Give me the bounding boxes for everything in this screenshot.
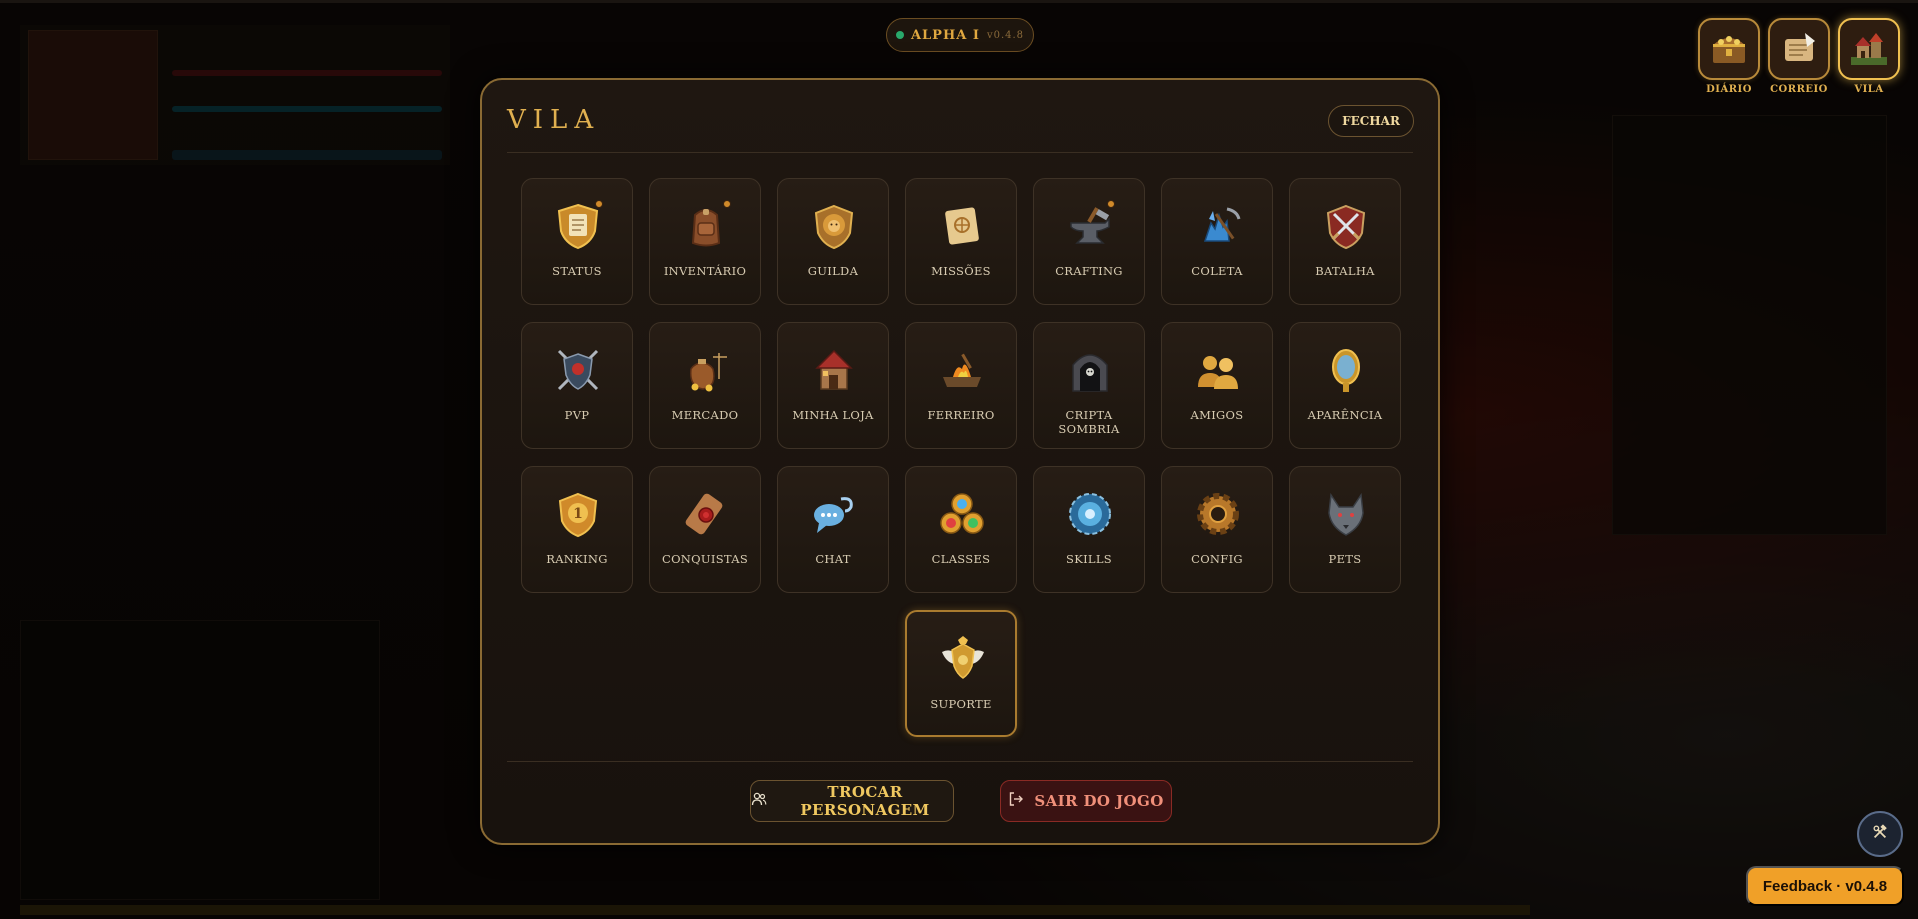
notification-dot xyxy=(1107,200,1115,208)
shop-house-icon xyxy=(809,345,859,395)
menu-tile-label: CONFIG xyxy=(1191,552,1243,566)
menu-tile-guilda[interactable]: GUILDA xyxy=(777,178,889,305)
scroll-quill-icon xyxy=(1768,18,1830,80)
divider xyxy=(507,152,1413,153)
menu-tile-label: CONQUISTAS xyxy=(661,552,749,566)
mirror-icon xyxy=(1321,345,1371,395)
menu-tile-label: FERREIRO xyxy=(927,408,995,422)
lion-crest-icon xyxy=(809,201,859,251)
menu-tile-crafting[interactable]: CRAFTING xyxy=(1033,178,1145,305)
switch-character-button[interactable]: TROCAR PERSONAGEM xyxy=(750,780,954,822)
close-button[interactable]: FECHAR xyxy=(1328,105,1414,137)
menu-tile-config[interactable]: CONFIG xyxy=(1161,466,1273,593)
village-modal: VILA FECHAR STATUS INVENTÁRIO GUILDA MIS… xyxy=(480,78,1440,845)
coin-bag-scale-icon xyxy=(681,345,731,395)
pickaxe-crystal-icon xyxy=(1193,201,1243,251)
treasure-chest-icon xyxy=(1698,18,1760,80)
rank-medal-icon: 1 xyxy=(553,489,603,539)
menu-tile-label: MERCADO xyxy=(671,408,739,422)
users-icon xyxy=(751,791,767,811)
menu-tile-inventario[interactable]: INVENTÁRIO xyxy=(649,178,761,305)
menu-tile-label: RANKING xyxy=(546,552,608,566)
menu-tile-label: INVENTÁRIO xyxy=(663,264,747,278)
alpha-badge: ALPHA I v0.4.8 xyxy=(886,18,1034,52)
menu-tile-label: SUPORTE xyxy=(930,697,992,711)
menu-tile-label: GUILDA xyxy=(807,264,859,278)
exit-game-button[interactable]: SAIR DO JOGO xyxy=(1000,780,1172,822)
crypt-icon xyxy=(1065,345,1115,395)
menu-tile-label: COLETA xyxy=(1191,264,1243,278)
menu-tile-label: CHAT xyxy=(815,552,851,566)
menu-tile-batalha[interactable]: BATALHA xyxy=(1289,178,1401,305)
menu-tile-cripta-sombria[interactable]: CRIPTA SOMBRIA xyxy=(1033,322,1145,449)
quick-nav-label: VILA xyxy=(1854,84,1884,95)
skill-gear-icon xyxy=(1065,489,1115,539)
class-orbs-icon xyxy=(937,489,987,539)
menu-tile-label: AMIGOS xyxy=(1190,408,1244,422)
menu-tile-ranking[interactable]: 1 RANKING xyxy=(521,466,633,593)
hammer-wrench-icon xyxy=(1871,823,1889,845)
logout-icon xyxy=(1008,791,1024,811)
winged-crest-icon xyxy=(938,634,988,684)
menu-tile-label: MISSÕES xyxy=(931,264,991,278)
dev-tools-button[interactable] xyxy=(1857,811,1903,857)
menu-tile-minha-loja[interactable]: MINHA LOJA xyxy=(777,322,889,449)
menu-tile-coleta[interactable]: COLETA xyxy=(1161,178,1273,305)
menu-tile-pvp[interactable]: PVP xyxy=(521,322,633,449)
exit-game-label: SAIR DO JOGO xyxy=(1034,792,1164,810)
menu-tile-chat[interactable]: CHAT xyxy=(777,466,889,593)
menu-tile-amigos[interactable]: AMIGOS xyxy=(1161,322,1273,449)
notification-dot xyxy=(723,200,731,208)
menu-tile-pets[interactable]: PETS xyxy=(1289,466,1401,593)
divider xyxy=(507,761,1413,762)
modal-title: VILA xyxy=(507,105,601,135)
menu-tile-aparencia[interactable]: APARÊNCIA xyxy=(1289,322,1401,449)
menu-tile-missoes[interactable]: MISSÕES xyxy=(905,178,1017,305)
menu-tile-suporte[interactable]: SUPORTE xyxy=(905,610,1017,737)
menu-tile-mercado[interactable]: MERCADO xyxy=(649,322,761,449)
quick-nav-vila[interactable]: VILA xyxy=(1836,18,1902,95)
village-icon xyxy=(1838,18,1900,80)
quick-nav-label: DIÁRIO xyxy=(1706,84,1752,95)
feedback-button[interactable]: Feedback · v0.4.8 xyxy=(1746,866,1904,906)
switch-character-label: TROCAR PERSONAGEM xyxy=(800,783,930,819)
menu-tile-status[interactable]: STATUS xyxy=(521,178,633,305)
menu-tile-ferreiro[interactable]: FERREIRO xyxy=(905,322,1017,449)
anvil-icon xyxy=(1065,201,1115,251)
quick-nav-label: CORREIO xyxy=(1770,84,1828,95)
notification-dot xyxy=(595,200,603,208)
quick-nav-diario[interactable]: DIÁRIO xyxy=(1696,18,1762,95)
status-dot xyxy=(895,31,904,39)
menu-tile-conquistas[interactable]: CONQUISTAS xyxy=(649,466,761,593)
menu-tile-label: CLASSES xyxy=(931,552,991,566)
friends-icon xyxy=(1193,345,1243,395)
menu-tile-label: SKILLS xyxy=(1066,552,1112,566)
menu-tile-label: CRIPTA SOMBRIA xyxy=(1058,408,1120,436)
forge-icon xyxy=(937,345,987,395)
alpha-label: ALPHA I xyxy=(910,27,980,43)
quick-nav-correio[interactable]: CORREIO xyxy=(1766,18,1832,95)
wax-seal-scroll-icon xyxy=(681,489,731,539)
alpha-version: v0.4.8 xyxy=(986,29,1025,41)
quick-nav: DIÁRIO CORREIO VILA xyxy=(1696,18,1906,103)
chat-bubbles-icon xyxy=(809,489,859,539)
menu-tile-skills[interactable]: SKILLS xyxy=(1033,466,1145,593)
settings-gear-icon xyxy=(1193,489,1243,539)
menu-tile-classes[interactable]: CLASSES xyxy=(905,466,1017,593)
menu-tile-label: PVP xyxy=(564,408,590,422)
menu-tile-label: APARÊNCIA xyxy=(1307,408,1383,422)
village-menu-grid: STATUS INVENTÁRIO GUILDA MISSÕES CRAFTIN… xyxy=(521,178,1401,738)
wolf-icon xyxy=(1321,489,1371,539)
skull-shield-icon xyxy=(553,345,603,395)
menu-tile-label: CRAFTING xyxy=(1055,264,1123,278)
crossed-swords-icon xyxy=(1321,201,1371,251)
menu-tile-label: MINHA LOJA xyxy=(792,408,874,422)
menu-tile-label: PETS xyxy=(1328,552,1362,566)
menu-tile-label: BATALHA xyxy=(1315,264,1375,278)
svg-text:1: 1 xyxy=(573,506,583,522)
backpack-icon xyxy=(681,201,731,251)
status-scroll-shield-icon xyxy=(553,201,603,251)
quest-scroll-icon xyxy=(937,201,987,251)
menu-tile-label: STATUS xyxy=(552,264,602,278)
